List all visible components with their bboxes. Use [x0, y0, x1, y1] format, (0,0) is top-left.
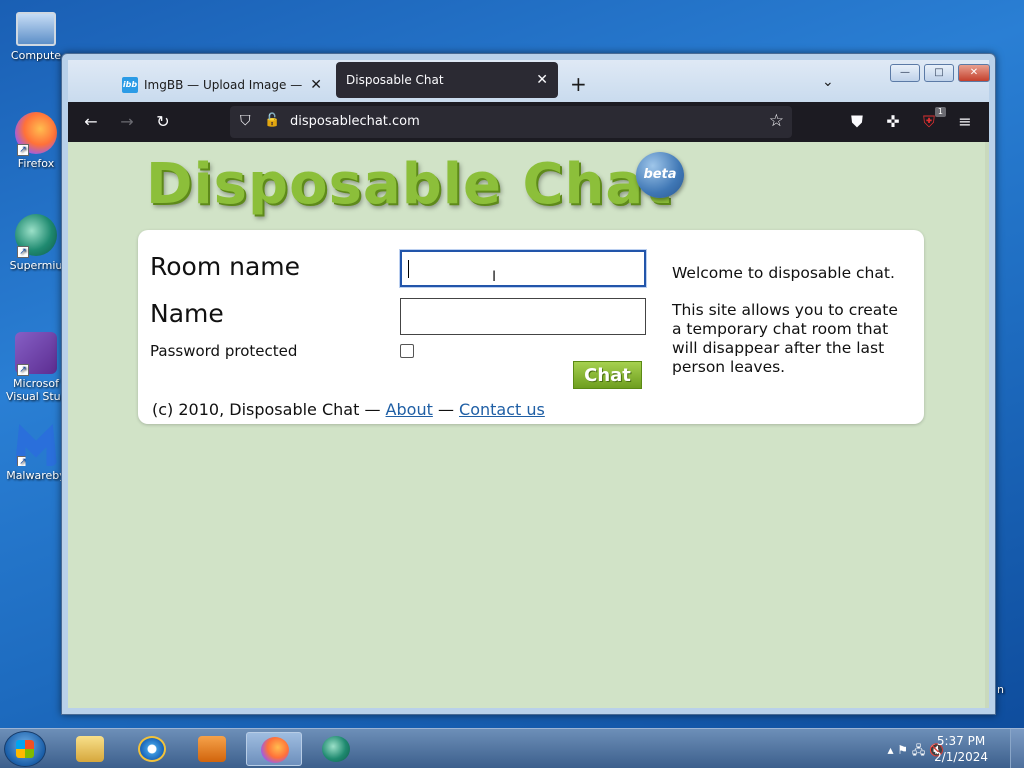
malwarebytes-icon: ↗	[15, 424, 57, 466]
new-tab-button[interactable]: +	[570, 72, 587, 96]
clock[interactable]: 5:37 PM 2/1/2024	[934, 733, 988, 765]
shield-icon[interactable]: ⛉	[240, 113, 251, 129]
room-name-input[interactable]: I	[400, 250, 646, 287]
chat-form-panel: Room name I Name Password protected Chat…	[138, 230, 924, 424]
firefox-icon: ↗	[15, 112, 57, 156]
internet-explorer-icon	[138, 736, 166, 762]
footer-separator: —	[432, 400, 460, 419]
password-protected-checkbox[interactable]	[400, 344, 414, 358]
bookmark-star-icon[interactable]: ☆	[769, 111, 784, 131]
imgbb-favicon-icon: ibb	[122, 77, 138, 93]
taskbar-firefox[interactable]	[246, 732, 302, 766]
maximize-button[interactable]: □	[924, 64, 954, 82]
start-button[interactable]	[4, 731, 46, 767]
folder-icon	[76, 736, 104, 762]
scrollbar[interactable]	[985, 142, 989, 708]
page-viewport: Disposable Chat beta Room name I Name Pa…	[68, 142, 989, 708]
media-player-icon	[198, 736, 226, 762]
taskbar-internet-explorer[interactable]	[124, 732, 180, 766]
desktop-icon-computer[interactable]: Compute	[6, 8, 66, 62]
ibeam-cursor-icon: I	[492, 269, 497, 285]
menu-hamburger-icon[interactable]: ≡	[954, 111, 976, 133]
pocket-icon[interactable]: ⛊	[846, 111, 868, 133]
desktop-icon-visual-studio[interactable]: ↗ Microsof Visual Stud	[6, 332, 66, 403]
shortcut-arrow-icon: ↗	[17, 456, 29, 466]
close-window-button[interactable]: ✕	[958, 64, 990, 82]
contact-link[interactable]: Contact us	[459, 400, 545, 419]
about-link[interactable]: About	[386, 400, 433, 419]
close-tab-icon[interactable]: ✕	[310, 77, 322, 93]
taskbar-file-explorer[interactable]	[62, 732, 118, 766]
desktop-icon-label-line2: Visual Stud	[6, 390, 66, 403]
desktop-icon-label: Firefox	[17, 157, 55, 170]
url-bar[interactable]: ⛉ 🔓 disposablechat.com ☆	[230, 106, 792, 138]
forward-arrow-icon[interactable]: →	[116, 111, 138, 133]
extension-badge: 1	[934, 107, 946, 117]
desktop-icon-label-line1: Microsof	[13, 377, 59, 390]
desktop-icon-malwarebytes[interactable]: ↗ Malwareby	[6, 424, 66, 482]
nav-toolbar: ← → ↻ ⛉ 🔓 disposablechat.com ☆ ⛊ ✜ ⛨ 1 ≡	[68, 102, 989, 142]
welcome-text: Welcome to disposable chat.	[672, 264, 895, 282]
desktop-icon-label: Supermiu	[9, 259, 63, 272]
description-text: This site allows you to create a tempora…	[672, 301, 898, 376]
password-protected-label: Password protected	[150, 342, 298, 360]
chat-button[interactable]: Chat	[573, 361, 642, 389]
windows-logo-icon	[16, 740, 34, 758]
computer-icon	[16, 12, 56, 46]
desktop-icon-label: Compute	[10, 49, 62, 62]
logo-text: Disposable Chat	[146, 152, 672, 217]
tab-disposable-chat[interactable]: Disposable Chat ✕	[336, 62, 558, 98]
tab-imgbb[interactable]: ibb ImgBB — Upload Image — Free ✕	[112, 68, 332, 102]
clock-date: 2/1/2024	[934, 750, 988, 764]
copyright-text: (c) 2010, Disposable Chat —	[152, 400, 386, 419]
taskbar-media-player[interactable]	[184, 732, 240, 766]
room-name-label: Room name	[150, 252, 301, 281]
taskbar-supermium[interactable]	[308, 732, 364, 766]
extensions-puzzle-icon[interactable]: ✜	[882, 111, 904, 133]
taskbar: ▴ ⚑ 🖧 🔇 5:37 PM 2/1/2024	[0, 728, 1024, 768]
beta-badge: beta	[636, 152, 684, 198]
reload-icon[interactable]: ↻	[152, 111, 174, 133]
tab-list-chevron-icon[interactable]: ⌄	[822, 74, 834, 90]
shortcut-arrow-icon: ↗	[17, 246, 29, 258]
desktop-icon-firefox[interactable]: ↗ Firefox	[6, 112, 66, 170]
name-label: Name	[150, 299, 224, 328]
url-text[interactable]: disposablechat.com	[290, 114, 420, 129]
firefox-icon	[261, 737, 289, 763]
supermium-icon: ↗	[15, 214, 57, 258]
footer: (c) 2010, Disposable Chat — About — Cont…	[152, 400, 545, 419]
minimize-button[interactable]: —	[890, 64, 920, 82]
side-info: Welcome to disposable chat. This site al…	[672, 264, 912, 395]
tab-title: Disposable Chat	[346, 73, 444, 87]
clock-time: 5:37 PM	[936, 734, 986, 748]
tab-strip: ibb ImgBB — Upload Image — Free ✕ Dispos…	[68, 60, 990, 102]
name-input[interactable]	[400, 298, 646, 335]
site-logo[interactable]: Disposable Chat beta	[146, 152, 684, 217]
supermium-icon	[322, 736, 350, 762]
desktop-edge-text: n	[997, 683, 1004, 696]
visual-studio-icon: ↗	[15, 332, 57, 376]
browser-window: ibb ImgBB — Upload Image — Free ✕ Dispos…	[61, 53, 996, 715]
text-caret	[408, 260, 409, 278]
desktop-icon-supermium[interactable]: ↗ Supermiu	[6, 214, 66, 272]
desktop-icon-label: Malwareby	[6, 469, 66, 482]
back-arrow-icon[interactable]: ←	[80, 111, 102, 133]
shortcut-arrow-icon: ↗	[17, 364, 29, 376]
show-desktop-button[interactable]	[1010, 729, 1024, 768]
insecure-lock-icon[interactable]: 🔓	[264, 113, 280, 128]
shortcut-arrow-icon: ↗	[17, 144, 29, 156]
tab-title: ImgBB — Upload Image — Free	[144, 78, 304, 92]
close-tab-icon[interactable]: ✕	[536, 72, 548, 88]
ublock-icon[interactable]: ⛨ 1	[918, 107, 946, 133]
